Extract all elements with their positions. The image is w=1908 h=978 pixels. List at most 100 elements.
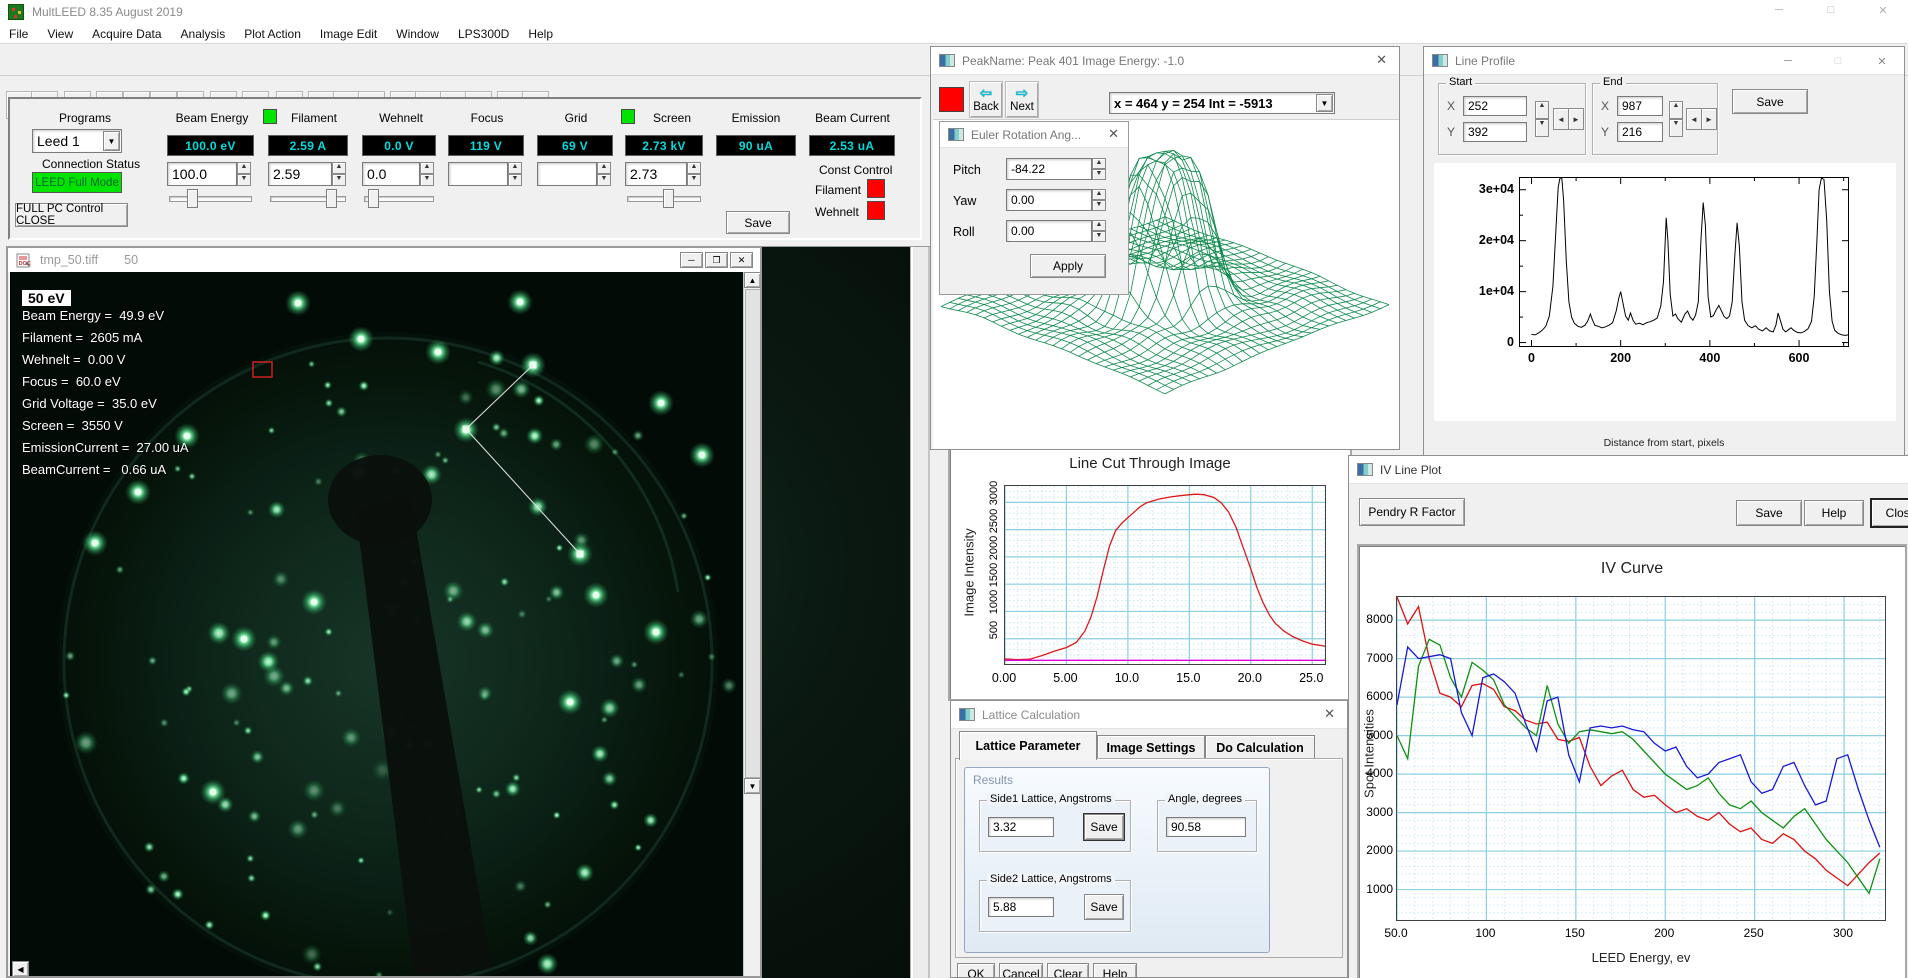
- filament-slider[interactable]: [268, 189, 348, 207]
- peakname-titlebar[interactable]: PeakName: Peak 401 Image Energy: -1.0: [931, 47, 1399, 75]
- wehnelt-spinner[interactable]: ▲▼: [420, 162, 434, 186]
- menu-plot-action[interactable]: Plot Action: [244, 24, 301, 43]
- emission-save-button[interactable]: Save: [726, 211, 790, 234]
- end-x-field[interactable]: 987: [1617, 96, 1663, 116]
- side1-save-button[interactable]: Save: [1084, 814, 1124, 840]
- start-right-button[interactable]: ►: [1568, 108, 1584, 130]
- programs-dropdown-button[interactable]: ▼: [103, 131, 120, 151]
- lattice-clear-button[interactable]: Clear: [1047, 963, 1089, 978]
- peak-combo-dropdown-button[interactable]: ▼: [1316, 94, 1333, 112]
- angle-value[interactable]: 90.58: [1166, 817, 1246, 837]
- lattice-help-button[interactable]: Help: [1093, 963, 1137, 978]
- minimize-button[interactable]: ─: [1762, 4, 1796, 20]
- euler-roll-field[interactable]: 0.00: [1006, 220, 1092, 242]
- start-updown-spinner[interactable]: ▲▼: [1535, 101, 1549, 137]
- side2-save-button[interactable]: Save: [1084, 894, 1124, 920]
- euler-roll-spinner[interactable]: ▲▼: [1092, 220, 1106, 242]
- side1-lattice-value[interactable]: 3.32: [988, 817, 1054, 837]
- menu-acquire-data[interactable]: Acquire Data: [92, 24, 161, 43]
- beam-energy-spinner[interactable]: ▲▼: [237, 162, 251, 186]
- peak-next-button[interactable]: ⇨ Next: [1005, 81, 1039, 118]
- filament-spinbox[interactable]: 2.59: [268, 162, 332, 186]
- lattice-close-button[interactable]: ✕: [1324, 706, 1335, 721]
- grid-spinner[interactable]: ▲▼: [597, 162, 611, 186]
- lattice-titlebar[interactable]: Lattice Calculation: [951, 701, 1347, 729]
- beam-energy-slider[interactable]: [167, 189, 254, 207]
- const-filament-led[interactable]: [867, 179, 885, 198]
- euler-apply-button[interactable]: Apply: [1030, 254, 1106, 278]
- image-vscrollbar[interactable]: ▲ ▼: [743, 272, 760, 978]
- full-pc-control-button[interactable]: FULL PC Control CLOSE: [15, 203, 128, 227]
- start-x-field[interactable]: 252: [1463, 96, 1527, 116]
- leed-image-canvas[interactable]: 50 eV Beam Energy = 49.9 eV Filament = 2…: [10, 272, 744, 978]
- peakname-close-button[interactable]: ✕: [1376, 52, 1387, 67]
- menu-analysis[interactable]: Analysis: [181, 24, 226, 43]
- line-profile-plot[interactable]: [1519, 177, 1849, 347]
- side2-lattice-value[interactable]: 5.88: [988, 897, 1054, 917]
- grid-spinbox[interactable]: [537, 162, 597, 186]
- menu-lps300d[interactable]: LPS300D: [458, 24, 509, 43]
- end-y-field[interactable]: 216: [1617, 122, 1663, 142]
- menu-window[interactable]: Window: [396, 24, 439, 43]
- focus-spinbox[interactable]: [448, 162, 508, 186]
- iv-close-button[interactable]: Close: [1870, 498, 1908, 528]
- iv-plot[interactable]: [1396, 596, 1886, 921]
- image-vscroll-thumb[interactable]: [745, 289, 762, 778]
- lattice-ok-button[interactable]: OK: [957, 963, 995, 978]
- grid-display: 69 V: [537, 135, 613, 156]
- image-window-minimize-button[interactable]: ─: [680, 252, 703, 268]
- start-y-field[interactable]: 392: [1463, 122, 1527, 142]
- end-right-button[interactable]: ►: [1701, 108, 1717, 130]
- euler-yaw-field[interactable]: 0.00: [1006, 189, 1092, 211]
- image-vscroll-down-button[interactable]: ▼: [744, 778, 761, 794]
- euler-pitch-field[interactable]: -84.22: [1006, 158, 1092, 180]
- tab-lattice-parameter[interactable]: Lattice Parameter: [959, 731, 1097, 760]
- line-cut-plot[interactable]: [1004, 485, 1326, 665]
- image-window-titlebar[interactable]: DOC tmp_50.tiff 50 ─ ❐ ✕: [8, 248, 760, 272]
- line-profile-close-button[interactable]: ✕: [1867, 55, 1897, 68]
- image-vscroll-up-button[interactable]: ▲: [744, 272, 761, 288]
- euler-close-button[interactable]: ✕: [1108, 126, 1119, 141]
- euler-pitch-spinner[interactable]: ▲▼: [1092, 158, 1106, 180]
- end-updown-spinner[interactable]: ▲▼: [1669, 101, 1683, 137]
- iv-save-button[interactable]: Save: [1736, 500, 1802, 526]
- close-button[interactable]: ✕: [1866, 4, 1900, 20]
- pendry-r-factor-button[interactable]: Pendry R Factor: [1359, 498, 1465, 526]
- menu-file[interactable]: File: [9, 24, 28, 43]
- background-window-scrollbar[interactable]: [910, 247, 930, 978]
- background-image-window[interactable]: [762, 246, 930, 978]
- euler-titlebar[interactable]: Euler Rotation Ang...: [940, 122, 1128, 148]
- image-window-close-button[interactable]: ✕: [730, 252, 753, 268]
- start-left-button[interactable]: ◄: [1553, 108, 1569, 130]
- leed-spot: [537, 953, 559, 975]
- wehnelt-spinbox[interactable]: 0.0: [362, 162, 420, 186]
- end-left-button[interactable]: ◄: [1686, 108, 1702, 130]
- tab-image-settings[interactable]: Image Settings: [1097, 735, 1205, 760]
- image-hscroll-left-button[interactable]: ◀: [12, 961, 29, 977]
- menu-help[interactable]: Help: [528, 24, 553, 43]
- menu-image-edit[interactable]: Image Edit: [320, 24, 377, 43]
- peak-back-button[interactable]: ⇦ Back: [969, 81, 1003, 118]
- lattice-cancel-button[interactable]: Cancel: [999, 963, 1043, 978]
- tick-label: 300: [1827, 926, 1859, 940]
- screen-spinbox[interactable]: 2.73: [625, 162, 687, 186]
- peak-position-combobox[interactable]: x = 464 y = 254 Int = -5913 ▼: [1109, 92, 1335, 114]
- filament-spinner[interactable]: ▲▼: [332, 162, 346, 186]
- programs-select[interactable]: Leed 1 ▼: [32, 129, 122, 153]
- line-profile-maximize-button[interactable]: □: [1823, 55, 1853, 67]
- line-profile-save-button[interactable]: Save: [1732, 89, 1808, 114]
- wehnelt-slider[interactable]: [362, 189, 436, 207]
- beam-energy-spinbox[interactable]: 100.0: [167, 162, 237, 186]
- screen-slider[interactable]: [625, 189, 703, 207]
- screen-spinner[interactable]: ▲▼: [687, 162, 701, 186]
- tab-do-calculation[interactable]: Do Calculation: [1205, 735, 1315, 760]
- euler-yaw-spinner[interactable]: ▲▼: [1092, 189, 1106, 211]
- const-wehnelt-led[interactable]: [867, 201, 885, 220]
- menu-view[interactable]: View: [47, 24, 73, 43]
- iv-titlebar[interactable]: IV Line Plot: [1349, 456, 1908, 484]
- maximize-button[interactable]: □: [1814, 4, 1848, 20]
- iv-help-button[interactable]: Help: [1804, 500, 1864, 526]
- image-window-restore-button[interactable]: ❐: [705, 252, 728, 268]
- line-profile-minimize-button[interactable]: ─: [1773, 55, 1803, 67]
- focus-spinner[interactable]: ▲▼: [508, 162, 522, 186]
